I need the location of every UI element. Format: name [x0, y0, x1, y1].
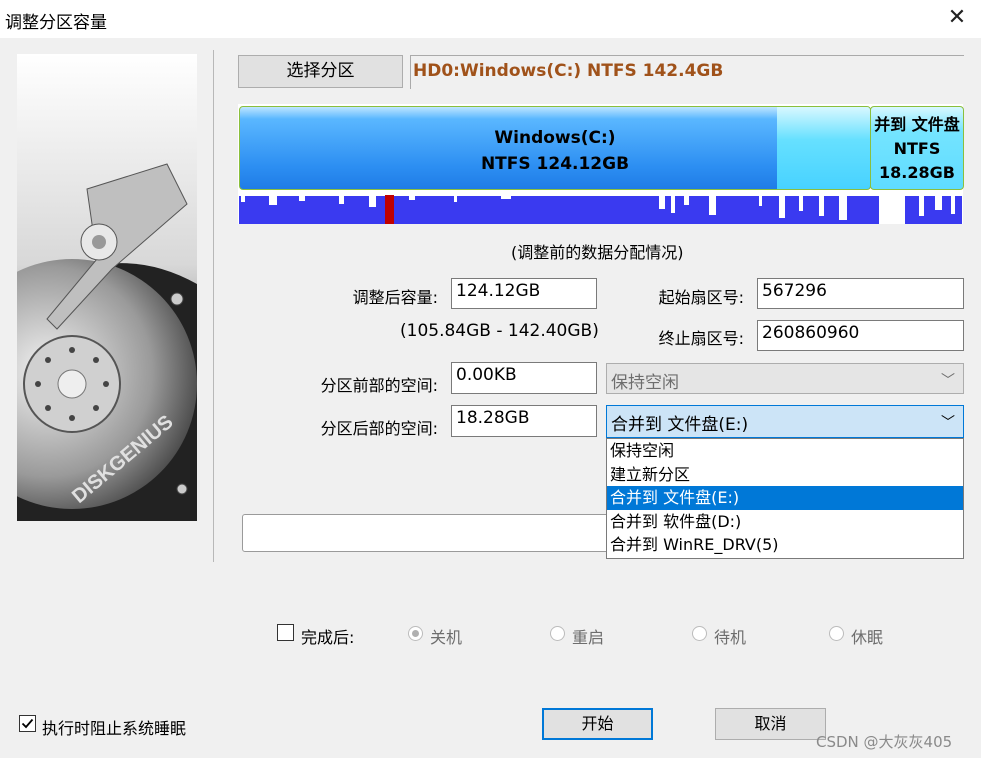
size-range: (105.84GB - 142.40GB) — [400, 321, 599, 341]
partition2-fs: NTFS — [893, 139, 941, 158]
radio-standby[interactable] — [692, 626, 707, 641]
prevent-sleep-label: 执行时阻止系统睡眠 — [42, 719, 187, 738]
partition-bar-data[interactable]: 并到 文件盘 NTFS 18.28GB — [870, 106, 964, 190]
check-icon — [21, 718, 34, 729]
start-sector-field[interactable]: 567296 — [757, 278, 964, 309]
select-partition-button[interactable]: 选择分区 — [238, 55, 403, 88]
radio-restart-label: 重启 — [572, 628, 605, 647]
after-completion-checkbox[interactable] — [277, 624, 294, 641]
watermark: CSDN @大灰灰405 — [816, 733, 953, 751]
close-icon[interactable]: ✕ — [944, 5, 970, 31]
new-size-input[interactable]: 124.12GB — [451, 278, 597, 309]
front-space-input[interactable]: 0.00KB — [451, 362, 597, 394]
radio-restart[interactable] — [550, 626, 565, 641]
partition2-name: 并到 文件盘 — [874, 115, 960, 134]
partition2-size: 18.28GB — [879, 163, 955, 182]
back-space-label: 分区后部的空间: — [320, 419, 438, 438]
progress-bar — [242, 514, 622, 552]
front-space-label: 分区前部的空间: — [320, 376, 438, 395]
end-sector-field[interactable]: 260860960 — [757, 320, 964, 351]
partition1-name: Windows(C:) — [494, 128, 616, 148]
partition-bar-windows[interactable]: Windows(C:) NTFS 124.12GB — [239, 106, 871, 190]
back-space-input[interactable]: 18.28GB — [451, 405, 597, 437]
radio-shutdown[interactable] — [408, 626, 423, 641]
radio-hibernate[interactable] — [829, 626, 844, 641]
dropdown-option-keep-free[interactable]: 保持空闲 — [607, 439, 963, 463]
front-space-select[interactable]: 保持空闲 ﹀ — [606, 363, 964, 394]
radio-shutdown-label: 关机 — [430, 628, 463, 647]
after-completion-label: 完成后: — [301, 628, 355, 647]
window-title: 调整分区容量 — [5, 13, 107, 33]
end-sector-label: 终止扇区号: — [658, 329, 744, 348]
data-distribution-graph — [239, 195, 962, 224]
start-button[interactable]: 开始 — [542, 708, 653, 740]
cancel-button[interactable]: 取消 — [715, 708, 826, 740]
dropdown-option-merge-d[interactable]: 合并到 软件盘(D:) — [607, 510, 963, 534]
radio-hibernate-label: 休眠 — [851, 628, 884, 647]
back-space-select[interactable]: 合并到 文件盘(E:) ﹀ — [606, 405, 964, 438]
separator — [213, 50, 214, 562]
front-space-select-value: 保持空闲 — [611, 373, 679, 393]
radio-standby-label: 待机 — [714, 628, 747, 647]
start-sector-label: 起始扇区号: — [658, 288, 744, 307]
back-space-select-value: 合并到 文件盘(E:) — [611, 415, 749, 435]
prevent-sleep-checkbox[interactable] — [19, 715, 36, 732]
boundary-marker — [385, 195, 394, 224]
disk-illustration: DISKGENIUS — [17, 54, 197, 521]
dropdown-option-merge-winre[interactable]: 合并到 WinRE_DRV(5) — [607, 533, 963, 557]
partition-info: HD0:Windows(C:) NTFS 142.4GB — [413, 61, 724, 81]
back-space-dropdown-list: 保持空闲 建立新分区 合并到 文件盘(E:) 合并到 软件盘(D:) 合并到 W… — [606, 438, 964, 559]
dropdown-option-merge-e[interactable]: 合并到 文件盘(E:) — [607, 486, 963, 510]
chevron-down-icon: ﹀ — [941, 373, 955, 389]
title-bar — [0, 0, 981, 38]
partition1-fs-size: NTFS 124.12GB — [480, 154, 630, 174]
chevron-down-icon: ﹀ — [941, 415, 955, 431]
new-size-label: 调整后容量: — [352, 288, 438, 307]
dropdown-option-new-partition[interactable]: 建立新分区 — [607, 463, 963, 487]
